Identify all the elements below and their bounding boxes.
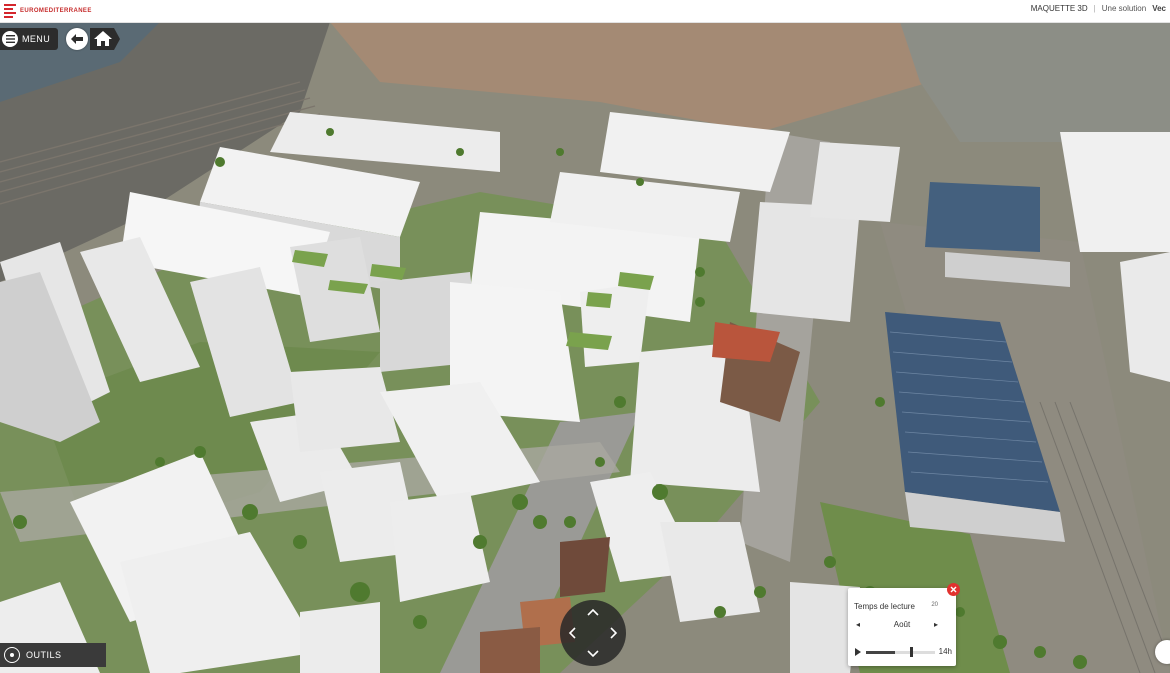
play-icon[interactable] <box>855 648 861 656</box>
tools-label: OUTILS <box>26 650 62 660</box>
menu-icon <box>2 31 18 47</box>
arrow-left-icon[interactable] <box>565 626 579 640</box>
time-slider-rest <box>913 651 935 654</box>
logo[interactable]: EUROMEDITERRANEE <box>4 3 92 19</box>
navigation-pad[interactable] <box>560 600 626 666</box>
reading-time-title: Temps de lecture <box>854 602 915 611</box>
home-icon <box>90 28 120 50</box>
month-label: Août <box>893 620 911 629</box>
top-nav: MAQUETTE 3D | Une solution Vec <box>1031 4 1166 13</box>
time-slider-track[interactable] <box>866 651 910 654</box>
logo-title: EUROMEDITERRANEE <box>20 7 92 14</box>
arrow-right-icon[interactable]: ▸ <box>934 620 938 629</box>
tools-icon <box>4 647 20 663</box>
nav-item-solution[interactable]: Une solution <box>1102 4 1146 13</box>
city-3d-scene[interactable] <box>0 22 1170 673</box>
logo-mark-icon <box>4 4 16 18</box>
logo-text: EUROMEDITERRANEE <box>20 8 92 15</box>
menu-label: MENU <box>22 34 51 44</box>
reading-time-count: 20 <box>931 602 938 608</box>
nav-item-vec[interactable]: Vec <box>1152 4 1166 13</box>
menu-button[interactable]: MENU <box>0 28 59 50</box>
home-button[interactable] <box>90 28 120 50</box>
time-slider-fill <box>866 651 896 654</box>
arrow-right-icon[interactable] <box>607 626 621 640</box>
back-arrow-icon <box>71 34 83 44</box>
back-button[interactable] <box>66 28 88 50</box>
top-bar: EUROMEDITERRANEE MAQUETTE 3D | Une solut… <box>0 0 1170 23</box>
close-icon[interactable] <box>947 583 960 596</box>
arrow-down-icon[interactable] <box>586 647 600 661</box>
nav-item-maquette[interactable]: MAQUETTE 3D <box>1031 4 1088 13</box>
city-render <box>0 22 1170 673</box>
time-label: 14h <box>938 647 952 656</box>
arrow-left-icon[interactable]: ◂ <box>856 620 860 629</box>
tools-button[interactable]: OUTILS <box>0 643 106 667</box>
arrow-up-icon[interactable] <box>586 605 600 619</box>
nav-separator: | <box>1093 4 1096 13</box>
reading-time-panel: Temps de lecture 20 Août ◂ ▸ 14h <box>848 583 960 666</box>
